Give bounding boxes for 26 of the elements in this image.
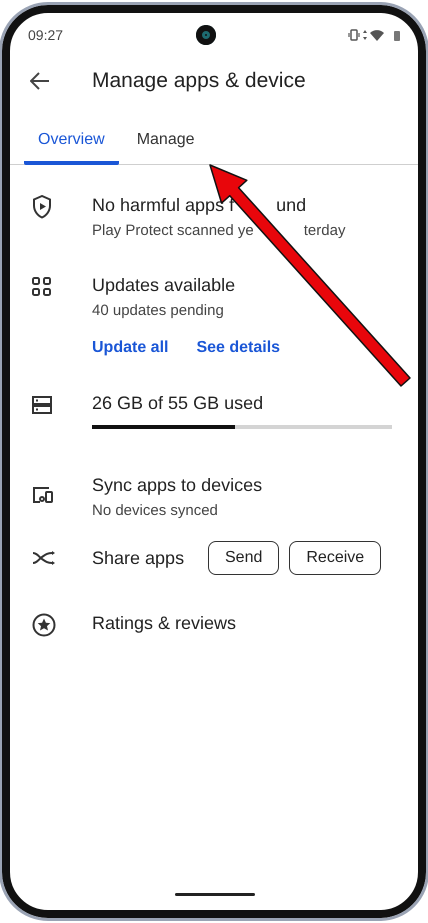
item-title: Share apps bbox=[92, 547, 186, 570]
tab[interactable]: Manage bbox=[122, 127, 209, 165]
action-link[interactable]: Update all bbox=[92, 339, 168, 357]
status-time: 09:27 bbox=[28, 27, 64, 43]
item-title: und bbox=[276, 194, 306, 217]
storage-icon bbox=[32, 395, 52, 415]
action-link[interactable]: See details bbox=[196, 339, 280, 357]
item-subtitle: 40 updates pending bbox=[92, 302, 225, 319]
page-title: Manage apps & device bbox=[92, 69, 306, 93]
camera-icon bbox=[196, 25, 216, 45]
devices-icon bbox=[32, 486, 54, 504]
item-title: Ratings & reviews bbox=[92, 612, 238, 635]
item-title: Updates available bbox=[92, 274, 236, 297]
star-circle-icon bbox=[32, 613, 56, 637]
tab[interactable]: Overview bbox=[24, 127, 119, 165]
back-arrow-icon[interactable] bbox=[30, 72, 50, 90]
outline-button[interactable]: Send bbox=[208, 541, 280, 575]
grid-icon bbox=[32, 277, 52, 297]
outline-button[interactable]: Receive bbox=[289, 541, 382, 575]
item-subtitle: Play Protect scanned ye bbox=[92, 222, 254, 239]
share-icon bbox=[32, 551, 56, 565]
item-title: Sync apps to devices bbox=[92, 474, 264, 497]
shield-icon bbox=[32, 195, 52, 219]
item-title: 26 GB of 55 GB used bbox=[92, 392, 264, 415]
item-subtitle: No devices synced bbox=[92, 502, 219, 519]
item-subtitle: terday bbox=[304, 222, 346, 239]
